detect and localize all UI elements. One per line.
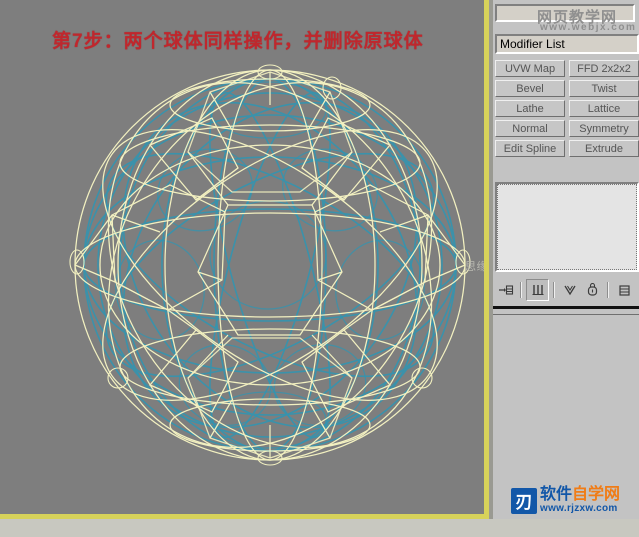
configure-sets-glyph bbox=[618, 284, 630, 296]
modifier-button-uvw-map[interactable]: UVW Map bbox=[495, 60, 565, 77]
toolbar-separator bbox=[520, 282, 522, 298]
logo-cn-orange: 自学网 bbox=[572, 486, 621, 503]
logo-text: 软件自学网 www.rjzxw.com bbox=[540, 487, 620, 514]
modifier-button-row: Edit Spline Extrude bbox=[495, 140, 639, 157]
modifier-button-twist[interactable]: Twist bbox=[569, 80, 639, 97]
logo-cn-blue: 软件 bbox=[540, 486, 573, 503]
page-title: 第7步：两个球体同样操作，并删除原球体 bbox=[52, 31, 424, 52]
parameters-rollout-area bbox=[493, 316, 639, 486]
configure-sets-icon[interactable] bbox=[613, 280, 634, 300]
panel-divider bbox=[493, 306, 639, 309]
make-unique-glyph bbox=[563, 285, 576, 296]
modifier-button-lattice[interactable]: Lattice bbox=[569, 100, 639, 117]
logo-mark-icon: 刃 bbox=[511, 487, 537, 514]
modifier-button-sets: UVW Map FFD 2x2x2 Bevel Twist Lathe Latt… bbox=[495, 60, 639, 160]
modifier-button-lathe[interactable]: Lathe bbox=[495, 100, 565, 117]
modifier-button-row: Normal Symmetry bbox=[495, 120, 639, 137]
modifier-button-row: Bevel Twist bbox=[495, 80, 639, 97]
modify-command-panel: 网页教学网 www.webjx.com Modifier List UVW Ma… bbox=[493, 0, 639, 537]
toolbar-separator bbox=[607, 282, 609, 298]
remove-modifier-glyph bbox=[587, 283, 598, 296]
pin-stack-icon[interactable] bbox=[495, 280, 516, 300]
pin-stack-glyph bbox=[498, 284, 513, 295]
show-end-result-glyph bbox=[532, 285, 543, 295]
geodesic-sphere-wireframe bbox=[69, 64, 471, 466]
modifier-list-dropdown[interactable]: Modifier List bbox=[495, 34, 639, 54]
logo-chinese-name: 软件自学网 bbox=[540, 487, 620, 503]
panel-divider-secondary bbox=[493, 314, 639, 315]
remove-modifier-icon[interactable] bbox=[582, 280, 603, 300]
logo-url: www.rjzxw.com bbox=[540, 503, 618, 514]
modifier-button-bevel[interactable]: Bevel bbox=[495, 80, 565, 97]
modifier-button-ffd-2x2x2[interactable]: FFD 2x2x2 bbox=[569, 60, 639, 77]
modifier-button-row: UVW Map FFD 2x2x2 bbox=[495, 60, 639, 77]
modifier-button-row: Lathe Lattice bbox=[495, 100, 639, 117]
toolbar-separator bbox=[553, 282, 555, 298]
modifier-button-extrude[interactable]: Extrude bbox=[569, 140, 639, 157]
application-screenshot: 第7步：两个球体同样操作，并删除原球体 思缘设计论坛 WWW.MISSYUAN.… bbox=[0, 0, 639, 537]
modifier-button-normal[interactable]: Normal bbox=[495, 120, 565, 137]
modifier-button-edit-spline[interactable]: Edit Spline bbox=[495, 140, 565, 157]
site-logo: 刃 软件自学网 www.rjzxw.com bbox=[511, 487, 620, 514]
viewport-perspective[interactable]: 第7步：两个球体同样操作，并删除原球体 思缘设计论坛 WWW.MISSYUAN.… bbox=[0, 0, 489, 516]
footer-strip bbox=[0, 519, 639, 537]
modifier-stack-list[interactable] bbox=[495, 182, 639, 272]
modifier-list-label: Modifier List bbox=[500, 37, 565, 51]
modifier-button-symmetry[interactable]: Symmetry bbox=[569, 120, 639, 137]
show-end-result-icon[interactable] bbox=[526, 279, 549, 301]
make-unique-icon[interactable] bbox=[559, 280, 580, 300]
modifier-stack-toolbar bbox=[495, 278, 639, 302]
panel-watermark-url: www.webjx.com bbox=[540, 22, 637, 33]
